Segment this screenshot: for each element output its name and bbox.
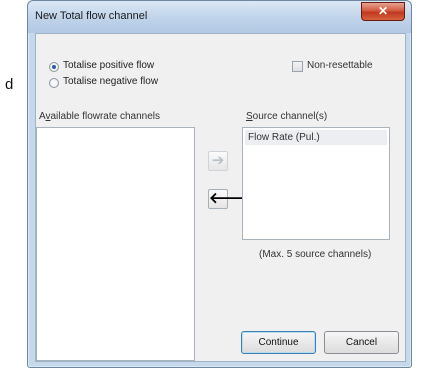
source-label-mnemonic: S xyxy=(246,111,253,122)
radio-totalise-negative-label[interactable]: Totalise negative flow xyxy=(63,76,158,87)
remove-channel-button[interactable]: 🡐 xyxy=(208,189,249,209)
available-channels-label: Available flowrate channels xyxy=(39,111,160,122)
source-channels-list[interactable]: Flow Rate (Pul.) xyxy=(242,127,390,240)
arrow-right-icon: ➔ xyxy=(211,152,225,169)
add-channel-button[interactable]: ➔ xyxy=(208,151,228,171)
list-item[interactable]: Flow Rate (Pul.) xyxy=(245,130,387,145)
non-resettable-label[interactable]: Non-resettable xyxy=(307,60,373,71)
continue-button[interactable]: Continue xyxy=(241,331,316,354)
close-button[interactable]: ✕ xyxy=(361,2,405,21)
radio-totalise-negative[interactable] xyxy=(49,78,59,88)
available-label-rest: ailable flowrate channels xyxy=(50,111,161,122)
new-total-flow-channel-dialog: New Total flow channel ✕ Totalise positi… xyxy=(27,0,412,368)
title-bar[interactable]: New Total flow channel ✕ xyxy=(28,1,411,33)
dialog-body: Totalise positive flow Totalise negative… xyxy=(35,33,406,362)
radio-totalise-positive-label[interactable]: Totalise positive flow xyxy=(63,60,154,71)
cancel-button[interactable]: Cancel xyxy=(324,331,399,354)
radio-totalise-positive[interactable] xyxy=(49,62,59,72)
non-resettable-checkbox[interactable] xyxy=(292,61,303,72)
source-label-rest: ource channel(s) xyxy=(252,111,328,122)
max-source-note: (Max. 5 source channels) xyxy=(259,249,372,260)
background-window-text: d xyxy=(5,76,14,93)
dialog-title: New Total flow channel xyxy=(35,10,148,22)
available-channels-list[interactable] xyxy=(36,127,195,361)
close-icon: ✕ xyxy=(377,4,389,18)
source-channels-label: Source channel(s) xyxy=(246,111,327,122)
